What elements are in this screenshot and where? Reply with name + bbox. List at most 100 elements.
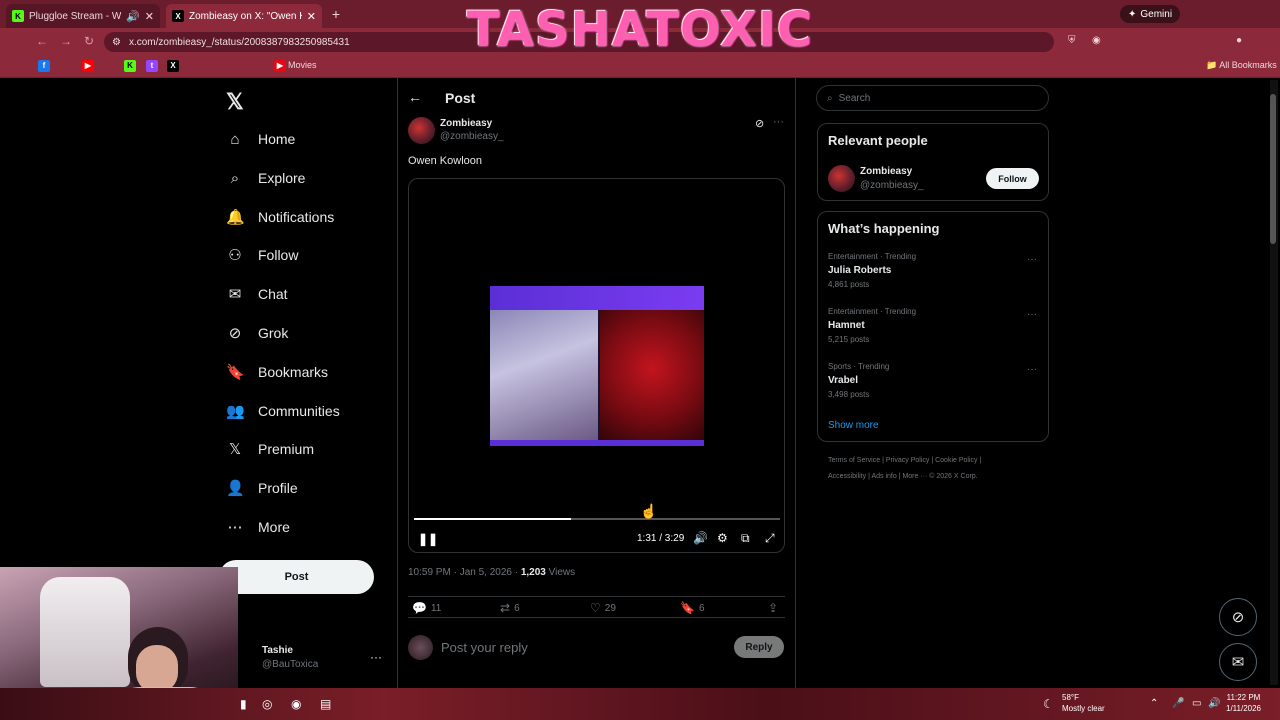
trend-name[interactable]: Hamnet (828, 320, 865, 331)
share-action[interactable]: ⇪ (768, 601, 778, 615)
forward-icon[interactable]: → (60, 34, 72, 48)
taskbar-app-icon[interactable]: ◎ (262, 697, 272, 711)
post-more-icon[interactable]: ··· (773, 116, 784, 128)
kick-icon: K (12, 10, 24, 22)
close-tab-icon[interactable]: ✕ (307, 10, 316, 23)
site-info-icon[interactable]: ⚙ (112, 37, 121, 48)
gemini-label: Gemini (1140, 8, 1173, 20)
reply-action[interactable]: 💬 11 (412, 601, 441, 615)
gaming-chair (40, 577, 130, 687)
trend-more-icon[interactable]: ··· (1027, 254, 1037, 265)
show-more-link[interactable]: Show more (828, 420, 879, 431)
fullscreen-icon[interactable]: ⤢ (765, 531, 775, 546)
sidebar-item-notifications[interactable]: 🔔 Notifications (226, 205, 334, 229)
account-more-icon[interactable]: ··· (370, 650, 382, 664)
trend-name[interactable]: Vrabel (828, 375, 858, 386)
sidebar-item-follow[interactable]: ⚇ Follow (226, 243, 298, 267)
follow-button[interactable]: Follow (986, 168, 1039, 189)
x-logo-icon[interactable]: 𝕏 (226, 89, 244, 115)
messages-fab-icon[interactable]: ✉ (1219, 643, 1257, 681)
shield-extension-icon[interactable]: ⛨ (1068, 35, 1076, 46)
tray-overflow-icon[interactable]: ⌃ (1150, 698, 1158, 709)
sidebar-item-label: Notifications (258, 209, 335, 225)
video-player[interactable]: ❚❚ 1:31 / 3:29 🔊 ⚙ ⧉ ⤢ (408, 178, 785, 553)
picture-in-picture-icon[interactable]: ⧉ (741, 531, 750, 546)
sidebar-item-label: Explore (258, 170, 306, 186)
movies-bookmark-icon[interactable]: ▶ (274, 60, 286, 72)
account-handle[interactable]: @BauToxica (262, 659, 318, 670)
views-label: Views (545, 567, 576, 578)
footer-links-line1[interactable]: Terms of Service | Privacy Policy | Cook… (828, 457, 981, 464)
footer-links-line2[interactable]: Accessibility | Ads info | More ··· © 20… (828, 473, 978, 480)
sidebar-item-bookmarks[interactable]: 🔖 Bookmarks (226, 360, 328, 384)
trend-category: Sports · Trending (828, 362, 890, 371)
back-arrow-icon[interactable]: ← (408, 89, 422, 105)
close-tab-icon[interactable]: ✕ (145, 10, 154, 23)
youtube-bookmark-icon[interactable]: ▶ (82, 60, 94, 72)
weather-icon[interactable]: ☾ (1043, 697, 1054, 711)
tab-pluggloe-stream[interactable]: K Pluggloe Stream - Watch Li 🔊 ✕ (6, 4, 160, 28)
new-tab-button[interactable]: + (328, 6, 344, 22)
reply-input[interactable]: Post your reply (441, 640, 528, 655)
taskbar-app-icon[interactable]: ▮ (240, 697, 247, 711)
volume-tray-icon[interactable]: 🔊 (1208, 698, 1220, 709)
like-action[interactable]: ♡ 29 (590, 601, 616, 615)
relevant-person-name[interactable]: Zombieasy (860, 166, 912, 177)
trend-more-icon[interactable]: ··· (1027, 309, 1037, 320)
repost-action[interactable]: ⇄ 6 (500, 601, 520, 615)
author-avatar[interactable] (408, 117, 435, 144)
bookmark-action[interactable]: 🔖 6 (680, 601, 705, 615)
trend-name[interactable]: Julia Roberts (828, 265, 891, 276)
trend-more-icon[interactable]: ··· (1027, 364, 1037, 375)
page-scrollbar[interactable] (1270, 80, 1278, 685)
add-user-icon: ⚇ (228, 247, 242, 264)
sidebar-item-explore[interactable]: ⌕ Explore (226, 166, 306, 190)
author-handle[interactable]: @zombieasy_ (440, 131, 504, 142)
grok-fab-icon[interactable]: ⊘ (1219, 598, 1257, 636)
network-icon[interactable]: ▭ (1192, 698, 1201, 709)
relevant-person-handle[interactable]: @zombieasy_ (860, 180, 924, 191)
movies-bookmark-label[interactable]: Movies (288, 60, 317, 70)
speaker-icon[interactable]: 🔊 (126, 10, 140, 23)
post-timestamp[interactable]: 10:59 PM · Jan 5, 2026 · (408, 567, 521, 578)
x-bookmark-icon[interactable]: X (167, 60, 179, 72)
taskbar-app-icon[interactable]: ▤ (320, 697, 331, 711)
taskbar-clock[interactable]: 11:22 PM 1/11/2026 (1226, 692, 1261, 714)
back-icon[interactable]: ← (36, 34, 48, 48)
post-button[interactable]: Post (219, 560, 374, 594)
volume-icon[interactable]: 🔊 (693, 531, 708, 545)
sidebar-item-home[interactable]: ⌂ Home (226, 127, 295, 151)
reload-icon[interactable]: ↻ (84, 34, 94, 48)
sidebar-item-profile[interactable]: 👤 Profile (226, 476, 298, 500)
whats-happening-title: What’s happening (828, 221, 940, 236)
video-progress-bar[interactable] (414, 518, 780, 520)
settings-icon[interactable]: ⚙ (717, 531, 728, 545)
sidebar-item-grok[interactable]: ⊘ Grok (226, 321, 289, 345)
account-name[interactable]: Tashie (262, 645, 293, 656)
grok-explain-icon[interactable]: ⊘ (755, 117, 764, 130)
tab-zombieasy-post[interactable]: X Zombieasy on X: "Owen Ko ✕ (166, 4, 322, 28)
facebook-bookmark-icon[interactable]: f (38, 60, 50, 72)
scrollbar-thumb[interactable] (1270, 94, 1276, 244)
search-input[interactable]: ⌕ Search (816, 85, 1049, 111)
extension-icon[interactable]: ◉ (1092, 35, 1101, 46)
pause-icon[interactable]: ❚❚ (418, 532, 438, 546)
kick-bookmark-icon[interactable]: K (124, 60, 136, 72)
sidebar-item-chat[interactable]: ✉ Chat (226, 282, 288, 306)
profile-avatar-icon[interactable]: ● (1236, 35, 1242, 46)
all-bookmarks-folder[interactable]: 📁 All Bookmarks (1206, 60, 1277, 71)
sidebar-item-premium[interactable]: 𝕏 Premium (226, 437, 314, 461)
x-icon: 𝕏 (228, 441, 242, 458)
sidebar-item-communities[interactable]: 👥 Communities (226, 399, 340, 423)
weather-widget[interactable]: 58°F Mostly clear (1062, 692, 1105, 714)
microphone-icon[interactable]: 🎤 (1172, 698, 1184, 709)
taskbar-app-icon[interactable]: ◉ (291, 697, 301, 711)
sidebar-item-more[interactable]: ⋯ More (226, 515, 290, 539)
twitch-bookmark-icon[interactable]: t (146, 60, 158, 72)
gemini-button[interactable]: ✦ Gemini (1120, 5, 1181, 23)
relevant-person-avatar[interactable] (828, 165, 855, 192)
all-bookmarks-label: All Bookmarks (1219, 60, 1277, 70)
reply-button[interactable]: Reply (734, 636, 784, 658)
trend-category: Entertainment · Trending (828, 307, 917, 316)
author-name[interactable]: Zombieasy (440, 118, 492, 129)
